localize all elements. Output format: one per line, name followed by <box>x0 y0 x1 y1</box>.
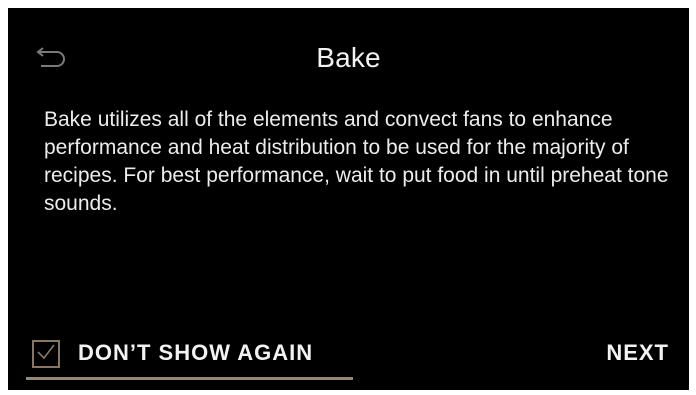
checkmark-icon <box>36 343 56 366</box>
dont-show-again-checkbox[interactable] <box>32 340 60 368</box>
dont-show-again-toggle[interactable]: DON’T SHOW AGAIN <box>26 332 353 380</box>
bake-info-screen: Bake Bake utilizes all of the elements a… <box>8 8 689 390</box>
next-button[interactable]: NEXT <box>606 340 669 366</box>
dont-show-again-label: DON’T SHOW AGAIN <box>78 340 314 365</box>
page-title: Bake <box>316 42 381 73</box>
selection-underline <box>26 377 353 380</box>
description-text: Bake utilizes all of the elements and co… <box>44 108 669 215</box>
